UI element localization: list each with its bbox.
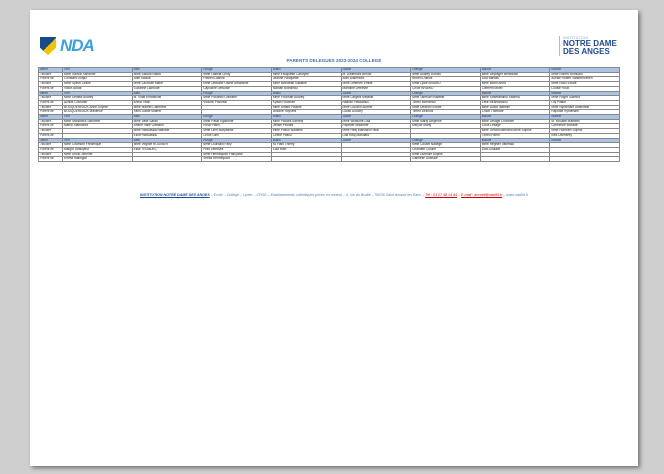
institution-logo: INSTITUTION NOTRE DAME DES ANGES: [559, 36, 629, 56]
delegates-table: 6ème Vert Bleu Rouge Blanc Jaune Orange Mauve Ma…: [38, 67, 620, 163]
footer-mail: E-mail : accueil@nda59.fr: [461, 193, 503, 197]
footer-org: INSTITUTION NOTRE DAME DES ANGES: [139, 193, 210, 197]
document-title: PARENTS DELEGUES 2023-2024 COLLEGE: [286, 58, 382, 63]
table-cell: [479, 156, 551, 163]
table-cell: [270, 156, 342, 163]
shield-icon: [40, 37, 56, 55]
table-cell: Emma Malingoe: [62, 156, 133, 163]
school-logo-left: NDA: [40, 35, 95, 57]
footer-text: – Ecole – Collège – Lycée – CPGE – Etabl…: [209, 193, 426, 197]
nda-logo-text: NDA: [60, 36, 95, 55]
table-cell: [131, 156, 203, 163]
table-cell: Sheila Hennequart: [201, 156, 272, 163]
table-cell: [340, 156, 412, 163]
logo-line-3: DES ANGES: [563, 47, 610, 56]
table-cell: [549, 156, 620, 163]
page-footer: INSTITUTION NOTRE DAME DES ANGES – Ecole…: [139, 193, 529, 197]
footer-web: – www.nda59.fr: [502, 193, 529, 197]
document-page: NDA PARENTS DELEGUES 2023-2024 COLLEGE I…: [30, 10, 638, 466]
table-cell: Gabrielle Dubrulle: [410, 156, 481, 163]
row-label: Parent de: [38, 156, 63, 163]
table-row: Parent de Emma Malingoe Sheila Hennequart G…: [38, 156, 620, 163]
footer-tel: Tél : 03 27 48 14 44: [425, 193, 458, 197]
